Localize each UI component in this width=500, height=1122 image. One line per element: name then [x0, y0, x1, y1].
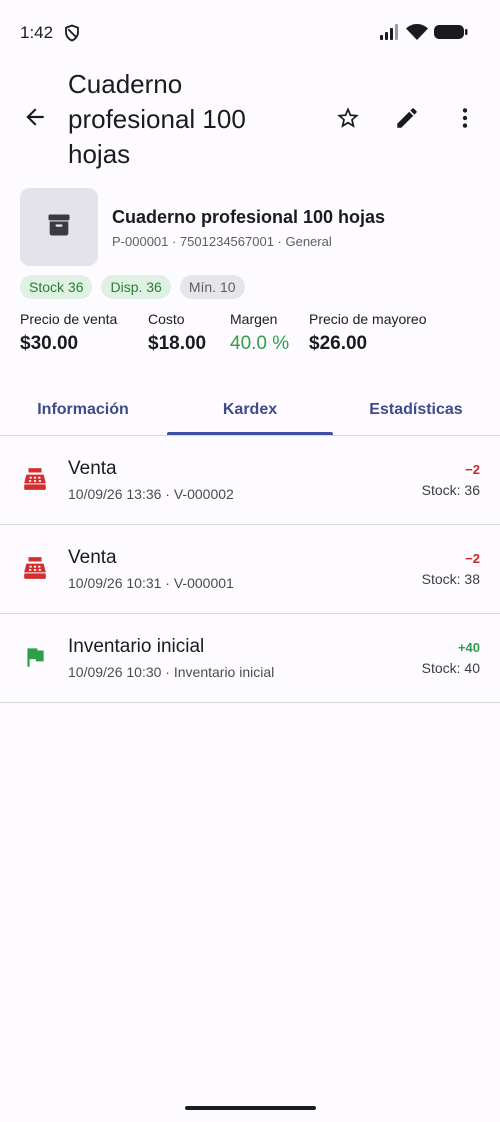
flag-icon	[22, 644, 48, 670]
page-title: Cuaderno profesional 100 hojas	[68, 69, 246, 169]
star-outline-icon	[335, 105, 361, 136]
stock-chips: Stock 36 Disp. 36 Mín. 10	[20, 275, 245, 299]
archive-box-icon	[45, 211, 73, 244]
edit-pencil-icon	[394, 105, 420, 136]
cash-register-icon	[22, 555, 48, 581]
home-indicator[interactable]	[185, 1106, 316, 1110]
status-time: 1:42	[20, 23, 54, 42]
movement-stock: Stock: 38	[421, 571, 480, 587]
list-item[interactable]: Venta 10/09/26 13:36 · V-000002 −2 Stock…	[0, 436, 500, 525]
movement-subtitle: 10/09/26 13:36 · V-000002	[68, 486, 234, 502]
tab-indicator	[167, 432, 333, 435]
top-app-bar: Cuaderno profesional 100 hojas	[0, 64, 500, 174]
wifi-icon	[406, 24, 428, 45]
cost: Costo $18.00	[148, 311, 206, 355]
product-name: Cuaderno profesional 100 hojas	[112, 207, 386, 227]
movement-subtitle: 10/09/26 10:30 · Inventario inicial	[68, 664, 275, 680]
status-indicators	[380, 24, 468, 45]
movement-subtitle: 10/09/26 10:31 · V-000001	[68, 575, 234, 591]
product-meta: P-000001 · 7501234567001 · General	[112, 234, 332, 249]
movement-title: Venta	[68, 547, 117, 568]
cost-value: $18.00	[148, 333, 207, 354]
arrow-back-icon	[22, 104, 48, 135]
margin-value: 40.0 %	[230, 333, 290, 354]
movement-stock: Stock: 40	[421, 660, 480, 676]
more-vert-icon	[452, 105, 478, 136]
list-item[interactable]: Venta 10/09/26 10:31 · V-000001 −2 Stock…	[0, 525, 500, 614]
more-options-button[interactable]	[447, 102, 483, 138]
sale-price: Precio de venta $30.00	[20, 311, 117, 355]
movement-quantity: +40	[457, 640, 480, 655]
battery-icon	[434, 24, 468, 45]
minimum-chip: Mín. 10	[179, 275, 245, 299]
movement-quantity: −2	[465, 462, 480, 477]
back-button[interactable]	[18, 102, 52, 136]
movement-stock: Stock: 36	[421, 482, 480, 498]
signal-icon	[380, 24, 400, 45]
price-summary: Precio de venta $30.00 Costo $18.00 Marg…	[20, 311, 480, 361]
movement-quantity: −2	[465, 551, 480, 566]
wholesale-price: Precio de mayoreo $26.00	[309, 311, 427, 355]
wholesale-price-label: Precio de mayoreo	[309, 311, 427, 327]
status-bar: 1:42	[0, 0, 500, 64]
vpn-shield-icon	[63, 24, 81, 42]
movement-title: Inventario inicial	[68, 636, 205, 657]
favorite-button[interactable]	[330, 102, 366, 138]
cash-register-icon	[22, 466, 48, 492]
stock-chip: Stock 36	[20, 275, 93, 299]
product-thumbnail	[20, 188, 98, 266]
movement-title: Venta	[68, 458, 117, 479]
tab-bar: Información Kardex Estadísticas	[0, 384, 500, 436]
kardex-list: Venta 10/09/26 13:36 · V-000002 −2 Stock…	[0, 436, 500, 703]
available-chip: Disp. 36	[101, 275, 171, 299]
list-item[interactable]: Inventario inicial 10/09/26 10:30 · Inve…	[0, 614, 500, 703]
tab-kardex[interactable]: Kardex	[167, 384, 333, 435]
margin-label: Margen	[230, 311, 278, 327]
cost-label: Costo	[148, 311, 185, 327]
tab-estadisticas[interactable]: Estadísticas	[333, 384, 499, 435]
sale-price-value: $30.00	[20, 333, 79, 354]
edit-button[interactable]	[389, 102, 425, 138]
wholesale-price-value: $26.00	[309, 333, 368, 354]
sale-price-label: Precio de venta	[20, 311, 118, 327]
product-detail-screen: 1:42 Cuaderno profesional 100 hojas Cuad…	[0, 0, 500, 1122]
margin: Margen 40.0 %	[230, 311, 289, 355]
tab-informacion[interactable]: Información	[0, 384, 166, 435]
